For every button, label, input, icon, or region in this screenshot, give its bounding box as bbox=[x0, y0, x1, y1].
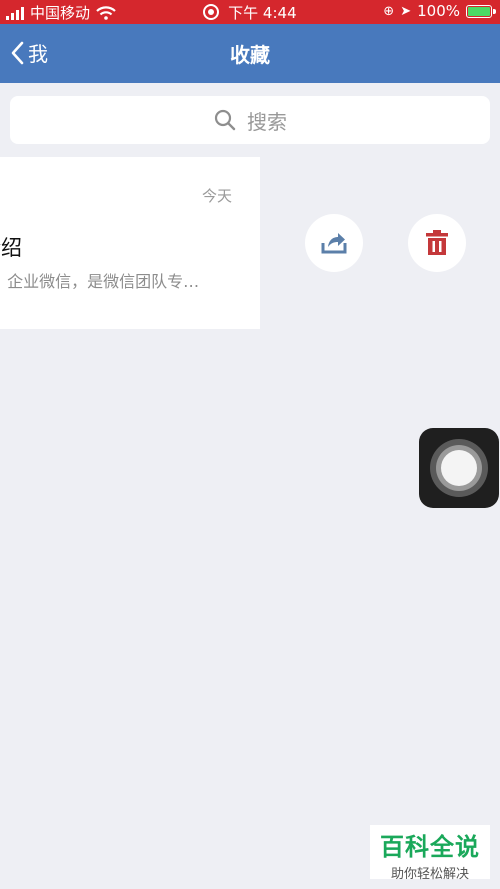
search-input[interactable]: 搜索 bbox=[10, 96, 490, 144]
location-icon: ➤ bbox=[400, 3, 412, 19]
assistive-ring-outer bbox=[430, 439, 488, 497]
search-section: 搜索 bbox=[0, 83, 500, 157]
status-bar: 中国移动 下午 4:44 ⊕ ➤ 100% bbox=[0, 0, 500, 24]
battery-icon bbox=[466, 4, 496, 18]
navigation-bar: 我 收藏 bbox=[0, 24, 500, 83]
favorite-date: 今天 bbox=[201, 187, 232, 205]
watermark-logo: 百科全说 助你轻松解决 bbox=[370, 825, 490, 882]
favorite-description: 召 企业微信，是微信团队专… bbox=[0, 272, 200, 291]
favorite-item[interactable]: 今天 介绍 召 企业微信，是微信团队专… bbox=[0, 157, 260, 329]
assistive-ring-middle bbox=[436, 445, 482, 491]
status-right: ⊕ ➤ 100% bbox=[383, 2, 496, 20]
share-icon bbox=[321, 233, 347, 254]
page-title: 收藏 bbox=[230, 43, 270, 67]
favorite-title: 介绍 bbox=[0, 236, 22, 260]
assistive-touch-button[interactable] bbox=[419, 428, 499, 508]
clock: 下午 4:44 bbox=[228, 4, 297, 22]
share-button[interactable] bbox=[305, 214, 363, 272]
battery-percent: 100% bbox=[417, 2, 460, 20]
assistive-ring-inner bbox=[441, 450, 477, 486]
record-icon bbox=[203, 4, 220, 20]
orientation-lock-icon: ⊕ bbox=[383, 3, 395, 19]
trash-icon bbox=[426, 230, 448, 255]
watermark-subtitle: 助你轻松解决 bbox=[390, 867, 469, 882]
search-icon bbox=[214, 109, 236, 131]
delete-button[interactable] bbox=[408, 214, 466, 272]
search-placeholder: 搜索 bbox=[247, 109, 287, 134]
watermark-title: 百科全说 bbox=[380, 833, 480, 861]
